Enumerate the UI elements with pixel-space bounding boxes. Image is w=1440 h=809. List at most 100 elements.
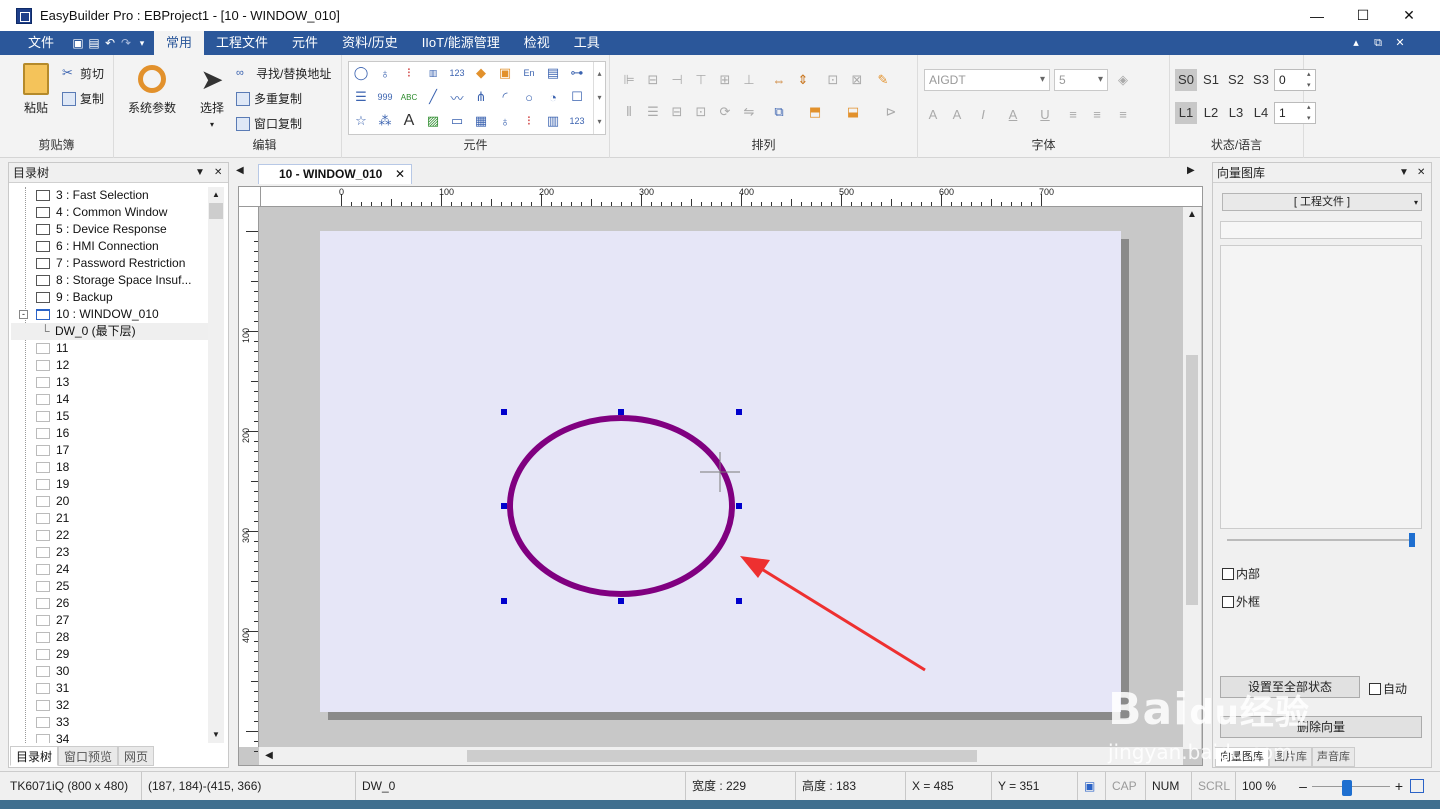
zoom-slider-track[interactable] xyxy=(1227,539,1415,541)
ungroup-icon[interactable]: ⊡ xyxy=(692,103,710,121)
text-icon[interactable]: A xyxy=(400,112,418,130)
tab-iiot[interactable]: IIoT/能源管理 xyxy=(410,31,512,55)
polyline-icon[interactable]: 〰 xyxy=(448,88,466,106)
save-icon[interactable]: ▣ xyxy=(70,31,86,55)
tag-icon[interactable]: ◆ xyxy=(472,64,490,82)
state-s1-button[interactable]: S1 xyxy=(1200,69,1222,91)
align-top-icon[interactable]: ⊤ xyxy=(692,71,710,89)
tree-item[interactable]: 34 xyxy=(11,731,208,743)
window-copy-button[interactable]: 窗口复制 xyxy=(236,115,302,132)
tree-item[interactable]: 26 xyxy=(11,595,208,612)
tree-item[interactable]: 18 xyxy=(11,459,208,476)
window-page[interactable] xyxy=(320,231,1121,712)
font-name-select[interactable]: AIGDT xyxy=(924,69,1050,91)
table-icon[interactable]: ▦ xyxy=(472,112,490,130)
arc-icon[interactable]: ◜ xyxy=(496,88,514,106)
tree-item[interactable]: 14 xyxy=(11,391,208,408)
copy-button[interactable]: 复制 xyxy=(62,90,104,107)
quick-access-dropdown-icon[interactable]: ▾ xyxy=(134,31,150,55)
same-width-icon[interactable]: ⇔ xyxy=(770,71,788,89)
center-v-icon[interactable]: ⊠ xyxy=(848,71,866,89)
font-shrink-icon[interactable]: A xyxy=(948,105,966,123)
lang-l2-button[interactable]: L2 xyxy=(1200,102,1222,124)
tree-item[interactable]: 12 xyxy=(11,357,208,374)
picture-icon[interactable]: ▨ xyxy=(424,112,442,130)
layer-order-icon[interactable]: ⧉ xyxy=(770,103,788,121)
scroll-up-icon[interactable]: ▲ xyxy=(208,187,224,203)
menu-file[interactable]: 文件 xyxy=(0,31,70,55)
panel-menu-icon[interactable]: ▼ xyxy=(195,163,205,183)
ribbon-collapse-icon[interactable]: ▴ xyxy=(1346,31,1366,55)
lang-l3-button[interactable]: L3 xyxy=(1225,102,1247,124)
auto-checkbox[interactable]: 自动 xyxy=(1369,680,1407,697)
ascii-icon[interactable]: ABC xyxy=(400,88,418,106)
text-color-icon[interactable]: A xyxy=(1004,105,1022,123)
tab-sound-library[interactable]: 声音库 xyxy=(1312,747,1355,767)
paste-button[interactable]: 粘贴 xyxy=(16,63,56,116)
panel-close-icon[interactable]: ✕ xyxy=(214,163,222,183)
right-panel-menu-icon[interactable]: ▼ xyxy=(1399,163,1409,183)
right-panel-close-icon[interactable]: ✕ xyxy=(1417,163,1425,183)
same-height-icon[interactable]: ⇕ xyxy=(794,71,812,89)
tree-item[interactable]: 33 xyxy=(11,714,208,731)
tree-item[interactable]: 27 xyxy=(11,612,208,629)
frame-icon[interactable]: ▭ xyxy=(448,112,466,130)
tree-item[interactable]: 6 : HMI Connection xyxy=(11,238,208,255)
minimize-button[interactable]: — xyxy=(1294,0,1340,31)
canvas-hscrollbar[interactable]: ◀ xyxy=(259,747,1183,765)
lang-l4-button[interactable]: L4 xyxy=(1250,102,1272,124)
tab-scroll-right-icon[interactable]: ▶ xyxy=(1187,165,1195,176)
auto-checkbox-box[interactable] xyxy=(1369,683,1381,695)
signal-icon[interactable]: ⁝ xyxy=(520,112,538,130)
delete-vector-button[interactable]: 删除向量 xyxy=(1220,716,1422,738)
tree-item[interactable]: 21 xyxy=(11,510,208,527)
network-icon[interactable]: ⋔ xyxy=(472,88,490,106)
tree-item[interactable]: 17 xyxy=(11,442,208,459)
tab-common[interactable]: 常用 xyxy=(154,31,205,55)
state-s3-button[interactable]: S3 xyxy=(1250,69,1272,91)
word-lamp-icon[interactable]: ▥ xyxy=(424,64,442,82)
scroll-down-icon[interactable]: ▼ xyxy=(208,727,224,743)
tab-directory-tree[interactable]: 目录树 xyxy=(10,746,59,766)
select-dropdown-icon[interactable]: ▾ xyxy=(196,120,228,129)
align-center-icon[interactable]: ⊟ xyxy=(644,71,662,89)
circle-object-icon[interactable]: ◯ xyxy=(352,64,370,82)
tab-close-icon[interactable]: ✕ xyxy=(395,165,405,184)
center-h-icon[interactable]: ⊡ xyxy=(824,71,842,89)
ruler-corner[interactable] xyxy=(239,187,261,207)
send-back-icon[interactable]: ⬓ xyxy=(844,103,862,121)
close-button[interactable]: ✕ xyxy=(1386,0,1432,31)
zoom-in-icon[interactable]: + xyxy=(1392,776,1406,796)
dist-h-icon[interactable]: ⫴ xyxy=(620,103,638,121)
tree-item[interactable]: 13 xyxy=(11,374,208,391)
numeric-display-icon[interactable]: 123 xyxy=(448,64,466,82)
align-right-icon[interactable]: ⊣ xyxy=(668,71,686,89)
tree-item[interactable]: 24 xyxy=(11,561,208,578)
set-all-states-button[interactable]: 设置至全部状态 xyxy=(1220,676,1360,698)
canvas-vscroll-thumb[interactable] xyxy=(1186,355,1198,605)
font-grow-icon[interactable]: A xyxy=(924,105,942,123)
library-search-field[interactable] xyxy=(1220,221,1422,239)
language-spinner[interactable]: 1 xyxy=(1274,102,1316,124)
tree-item[interactable]: 30 xyxy=(11,663,208,680)
select-button[interactable]: ➤ 选择 ▾ xyxy=(196,65,228,130)
slider-object-icon[interactable]: ▤ xyxy=(544,64,562,82)
numeric-input-icon[interactable]: 123 xyxy=(568,112,586,130)
state-spinner[interactable]: 0 xyxy=(1274,69,1316,91)
font-size-select[interactable]: 5 xyxy=(1054,69,1108,91)
ellipse-icon[interactable]: ○ xyxy=(520,88,538,106)
tree-item[interactable]: 5 : Device Response xyxy=(11,221,208,238)
pin-icon[interactable]: ✎ xyxy=(874,71,892,89)
collapse-icon[interactable]: - xyxy=(19,310,28,319)
canvas-scroll-up-icon[interactable]: ▲ xyxy=(1183,207,1201,223)
tree-item[interactable]: 7 : Password Restriction xyxy=(11,255,208,272)
align-middle-icon[interactable]: ⊞ xyxy=(716,71,734,89)
bar-graph-icon[interactable]: ▥ xyxy=(544,112,562,130)
redo-icon[interactable]: ↷ xyxy=(118,31,134,55)
tab-window-preview[interactable]: 窗口预览 xyxy=(58,746,119,766)
undo-icon[interactable]: ↶ xyxy=(102,31,118,55)
outer-checkbox-box[interactable] xyxy=(1222,596,1234,608)
tree-item[interactable]: 19 xyxy=(11,476,208,493)
tree-item[interactable]: └ DW_0 (最下层) xyxy=(11,323,208,340)
tree-item[interactable]: 29 xyxy=(11,646,208,663)
